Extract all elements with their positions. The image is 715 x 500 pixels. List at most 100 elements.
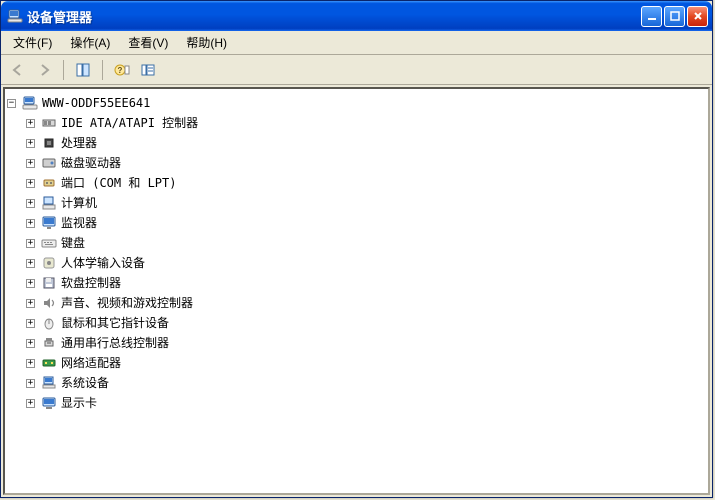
tree-indent	[7, 353, 26, 373]
toolbar-separator	[102, 60, 103, 80]
tree-node-label: 网络适配器	[61, 353, 121, 373]
tree-node[interactable]: + 磁盘驱动器	[7, 153, 706, 173]
tree-node-label: IDE ATA/ATAPI 控制器	[61, 113, 198, 133]
tree-node[interactable]: + 处理器	[7, 133, 706, 153]
tree-node[interactable]: + 端口 (COM 和 LPT)	[7, 173, 706, 193]
properties-button[interactable]	[72, 59, 94, 81]
expand-icon[interactable]: +	[26, 339, 35, 348]
tree-node-label: 计算机	[61, 193, 97, 213]
tree-node[interactable]: + 键盘	[7, 233, 706, 253]
tree-indent	[7, 113, 26, 133]
tree-indent	[7, 133, 26, 153]
expand-icon[interactable]: +	[26, 139, 35, 148]
collapse-icon[interactable]: −	[7, 99, 16, 108]
forward-button	[33, 59, 55, 81]
tree-node[interactable]: + IDE ATA/ATAPI 控制器	[7, 113, 706, 133]
window-controls	[641, 6, 708, 27]
expand-icon[interactable]: +	[26, 159, 35, 168]
tree-indent	[7, 193, 26, 213]
tree-indent	[7, 313, 26, 333]
computer-icon	[22, 95, 38, 111]
tree-node[interactable]: + 声音、视频和游戏控制器	[7, 293, 706, 313]
expand-icon[interactable]: +	[26, 299, 35, 308]
tree-node-label: 处理器	[61, 133, 97, 153]
expand-icon[interactable]: +	[26, 279, 35, 288]
expand-icon[interactable]: +	[26, 259, 35, 268]
device-manager-window: 设备管理器 文件(F) 操作(A) 查看(V) 帮助(H)	[0, 0, 713, 498]
keyboard-icon	[41, 235, 57, 251]
tree-node-label: 端口 (COM 和 LPT)	[61, 173, 176, 193]
tree-indent	[7, 173, 26, 193]
floppy-icon	[41, 275, 57, 291]
help-button[interactable]: ?	[111, 59, 133, 81]
tree-indent	[7, 333, 26, 353]
expand-icon[interactable]: +	[26, 179, 35, 188]
system-icon	[41, 375, 57, 391]
expand-icon[interactable]: +	[26, 219, 35, 228]
tree-indent	[7, 153, 26, 173]
tree-node-label: 显示卡	[61, 393, 97, 413]
tree-node-label: 监视器	[61, 213, 97, 233]
menu-view[interactable]: 查看(V)	[120, 32, 176, 53]
view-mode-button[interactable]	[137, 59, 159, 81]
tree-indent	[7, 293, 26, 313]
tree-node-label: 键盘	[61, 233, 85, 253]
tree-node[interactable]: + 人体学输入设备	[7, 253, 706, 273]
tree-node[interactable]: + 计算机	[7, 193, 706, 213]
tree-node-label: 系统设备	[61, 373, 109, 393]
expand-icon[interactable]: +	[26, 239, 35, 248]
computer-icon	[41, 195, 57, 211]
tree-node-label: 声音、视频和游戏控制器	[61, 293, 193, 313]
minimize-button[interactable]	[641, 6, 662, 27]
tree-indent	[7, 393, 26, 413]
port-icon	[41, 175, 57, 191]
tree-node-label: 通用串行总线控制器	[61, 333, 169, 353]
expand-icon[interactable]: +	[26, 119, 35, 128]
tree-node-label: 软盘控制器	[61, 273, 121, 293]
toolbar: ?	[1, 55, 712, 85]
mouse-icon	[41, 315, 57, 331]
expand-icon[interactable]: +	[26, 199, 35, 208]
maximize-button[interactable]	[664, 6, 685, 27]
toolbar-separator	[63, 60, 64, 80]
tree-node[interactable]: + 通用串行总线控制器	[7, 333, 706, 353]
svg-text:?: ?	[118, 66, 123, 75]
device-tree[interactable]: − WWW-ODDF55EE641 + IDE ATA/ATAPI 控制器 + 处理器…	[3, 87, 710, 495]
expand-icon[interactable]: +	[26, 319, 35, 328]
menubar: 文件(F) 操作(A) 查看(V) 帮助(H)	[1, 31, 712, 55]
expand-icon[interactable]: +	[26, 399, 35, 408]
menu-help[interactable]: 帮助(H)	[178, 32, 235, 53]
close-button[interactable]	[687, 6, 708, 27]
menu-file[interactable]: 文件(F)	[5, 32, 60, 53]
tree-indent	[7, 253, 26, 273]
tree-node[interactable]: + 系统设备	[7, 373, 706, 393]
tree-node-label: 鼠标和其它指针设备	[61, 313, 169, 333]
tree-root-node[interactable]: − WWW-ODDF55EE641	[7, 93, 706, 113]
menu-action[interactable]: 操作(A)	[62, 32, 118, 53]
tree-indent	[7, 273, 26, 293]
disk-icon	[41, 155, 57, 171]
sound-icon	[41, 295, 57, 311]
tree-indent	[7, 373, 26, 393]
tree-node-label: 人体学输入设备	[61, 253, 145, 273]
titlebar: 设备管理器	[1, 1, 712, 31]
monitor-icon	[41, 215, 57, 231]
tree-node[interactable]: + 鼠标和其它指针设备	[7, 313, 706, 333]
tree-node[interactable]: + 网络适配器	[7, 353, 706, 373]
tree-node[interactable]: + 显示卡	[7, 393, 706, 413]
tree-node-label: 磁盘驱动器	[61, 153, 121, 173]
computer-icon	[7, 8, 23, 24]
ide-icon	[41, 115, 57, 131]
window-title: 设备管理器	[27, 7, 641, 26]
tree-node[interactable]: + 监视器	[7, 213, 706, 233]
display-icon	[41, 395, 57, 411]
tree-node[interactable]: + 软盘控制器	[7, 273, 706, 293]
hid-icon	[41, 255, 57, 271]
usb-icon	[41, 335, 57, 351]
cpu-icon	[41, 135, 57, 151]
expand-icon[interactable]: +	[26, 359, 35, 368]
expand-icon[interactable]: +	[26, 379, 35, 388]
back-button	[7, 59, 29, 81]
network-icon	[41, 355, 57, 371]
tree-indent	[7, 233, 26, 253]
